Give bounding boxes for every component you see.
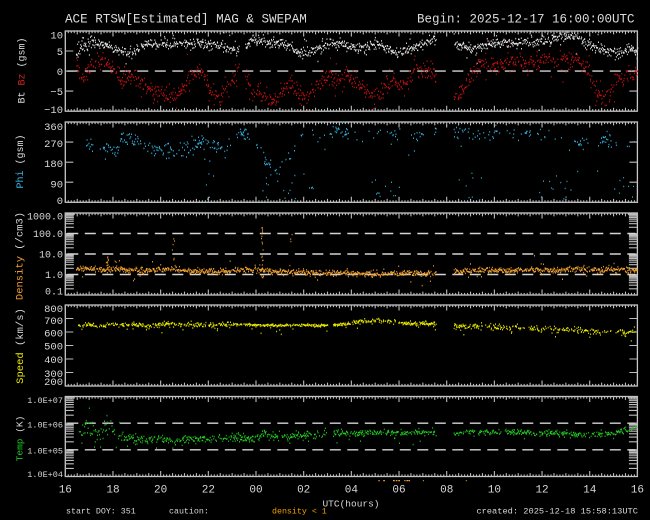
svg-text:1.0: 1.0: [45, 271, 63, 282]
svg-text:caution:: caution:: [169, 507, 209, 517]
svg-text:04: 04: [345, 485, 359, 497]
svg-text:Bt Bz (gsm): Bt Bz (gsm): [17, 37, 29, 103]
svg-text:−10: −10: [44, 105, 63, 117]
svg-text:1.0E+04: 1.0E+04: [27, 470, 63, 480]
svg-text:0.1: 0.1: [45, 288, 63, 299]
svg-text:200: 200: [44, 377, 63, 389]
svg-text:ACE RTSW[Estimated] MAG & SWEP: ACE RTSW[Estimated] MAG & SWEPAM: [65, 13, 307, 27]
svg-text:Phi (gsm): Phi (gsm): [15, 134, 27, 188]
svg-text:UTC(hours): UTC(hours): [322, 499, 379, 510]
svg-text:5: 5: [57, 47, 63, 59]
svg-text:Temp (K): Temp (K): [15, 416, 26, 462]
svg-text:0: 0: [57, 67, 63, 79]
svg-text:360: 360: [44, 122, 63, 134]
svg-text:800: 800: [44, 304, 63, 316]
svg-text:density < 1: density < 1: [272, 507, 327, 517]
svg-text:100.0: 100.0: [33, 230, 63, 241]
svg-text:0: 0: [57, 196, 63, 208]
svg-text:00: 00: [249, 485, 262, 497]
svg-text:500: 500: [44, 341, 63, 353]
svg-text:created: 2025-12-18 15:58:13UT: created: 2025-12-18 15:58:13UTC: [476, 507, 638, 517]
svg-text:16: 16: [631, 485, 644, 497]
svg-text:start DOY: 351: start DOY: 351: [66, 508, 136, 517]
svg-text:1.0E+05: 1.0E+05: [27, 446, 63, 456]
svg-text:1.0E+06: 1.0E+06: [27, 421, 63, 431]
svg-text:−5: −5: [50, 87, 63, 99]
svg-text:16: 16: [59, 485, 72, 497]
svg-text:1000.0: 1000.0: [27, 213, 63, 224]
svg-text:10.0: 10.0: [39, 251, 63, 262]
svg-text:Density (/cm3): Density (/cm3): [15, 212, 27, 300]
svg-text:10: 10: [50, 30, 63, 42]
svg-text:22: 22: [202, 485, 215, 497]
svg-text:06: 06: [392, 485, 405, 497]
svg-text:90: 90: [50, 179, 63, 191]
svg-text:600: 600: [44, 329, 63, 341]
svg-text:12: 12: [535, 485, 548, 497]
svg-text:180: 180: [44, 159, 63, 171]
svg-text:700: 700: [44, 316, 63, 328]
svg-text:270: 270: [44, 139, 63, 151]
svg-text:1.0E+07: 1.0E+07: [27, 396, 63, 406]
svg-text:14: 14: [583, 485, 597, 497]
svg-text:18: 18: [106, 485, 119, 497]
svg-text:400: 400: [44, 355, 63, 367]
svg-text:Speed (km/s): Speed (km/s): [15, 308, 27, 384]
svg-text:20: 20: [154, 485, 167, 497]
svg-text:10: 10: [488, 485, 501, 497]
svg-text:02: 02: [297, 485, 310, 497]
svg-text:08: 08: [440, 485, 453, 497]
svg-text:Begin: 2025-12-17 16:00:00UTC: Begin: 2025-12-17 16:00:00UTC: [417, 13, 635, 27]
